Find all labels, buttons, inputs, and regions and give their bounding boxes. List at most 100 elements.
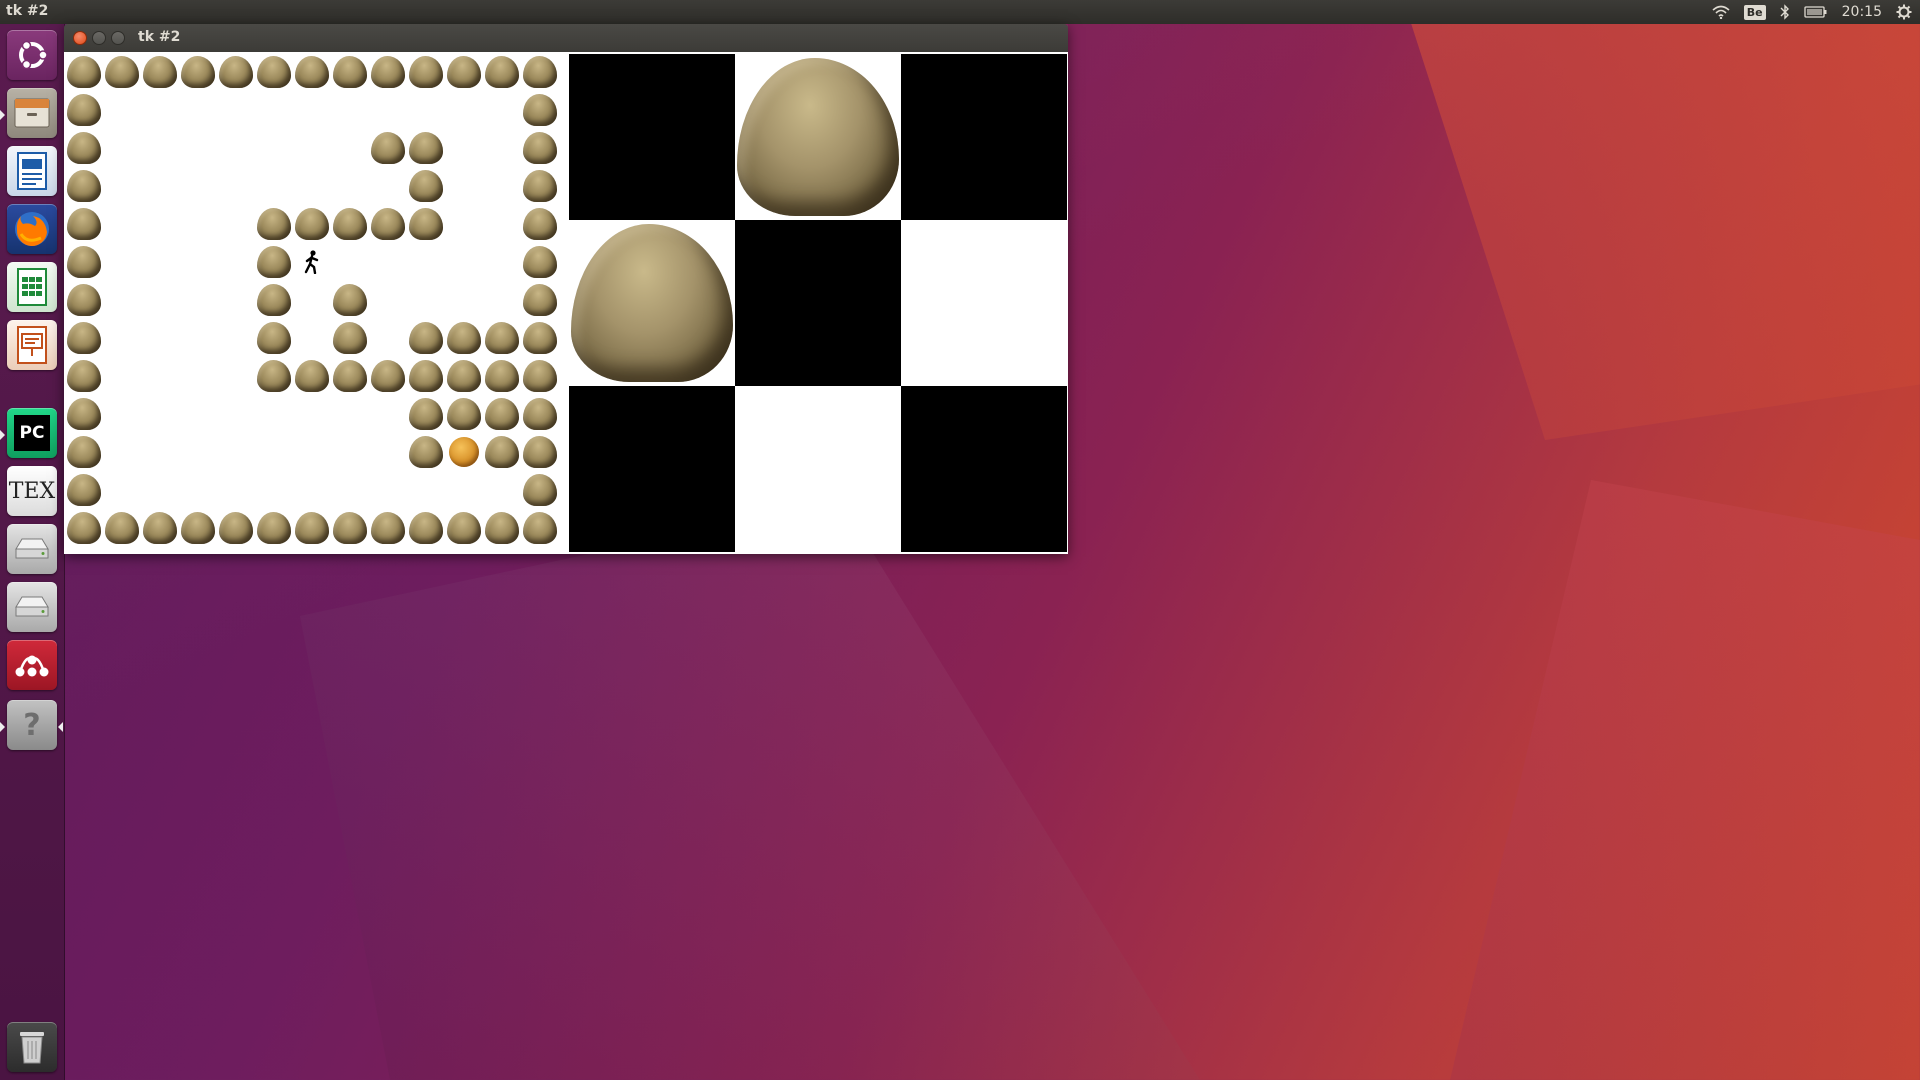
wall-cell: [65, 319, 103, 357]
maximize-icon[interactable]: [111, 31, 125, 45]
rock-icon: [257, 512, 291, 544]
calc-icon[interactable]: [7, 262, 57, 312]
wall-cell: [217, 53, 255, 91]
wall-cell: [255, 281, 293, 319]
keyboard-layout-label: Be: [1743, 4, 1766, 20]
wall-cell: [445, 509, 483, 547]
rock-icon: [447, 360, 481, 392]
wall-cell: [217, 509, 255, 547]
rock-icon: [333, 56, 367, 88]
bluetooth-icon[interactable]: [1780, 0, 1790, 24]
wall-cell: [65, 433, 103, 471]
rock-icon: [447, 56, 481, 88]
rock-icon: [219, 512, 253, 544]
rock-icon: [257, 360, 291, 392]
preview-cell-black: [735, 220, 901, 386]
keyboard-layout-indicator[interactable]: Be: [1743, 0, 1766, 24]
rock-icon: [523, 170, 557, 202]
wall-cell: [521, 395, 559, 433]
preview-cell-black: [901, 54, 1067, 220]
preview-cell-rock: [569, 220, 735, 386]
rock-icon: [333, 512, 367, 544]
impress-icon[interactable]: [7, 320, 57, 370]
rock-icon: [523, 284, 557, 316]
wall-cell: [293, 357, 331, 395]
wall-cell: [369, 129, 407, 167]
drive2-icon[interactable]: [7, 582, 57, 632]
wallpaper-facet: [300, 500, 1200, 1080]
minimize-icon[interactable]: [92, 31, 106, 45]
wall-cell: [65, 509, 103, 547]
wall-cell: [331, 319, 369, 357]
pycharm-icon[interactable]: PC: [7, 408, 57, 458]
rock-icon: [105, 56, 139, 88]
wall-cell: [407, 509, 445, 547]
tex-icon[interactable]: TEX: [7, 466, 57, 516]
rock-icon: [371, 512, 405, 544]
rock-icon: [257, 246, 291, 278]
firefox-icon[interactable]: [7, 204, 57, 254]
wall-cell: [255, 53, 293, 91]
rock-icon: [181, 56, 215, 88]
rock-icon: [409, 56, 443, 88]
close-icon[interactable]: [73, 31, 87, 45]
ubuntu-dash-icon[interactable]: [7, 30, 57, 80]
wall-cell: [103, 53, 141, 91]
running-indicator: [0, 430, 5, 440]
rock-icon: [257, 322, 291, 354]
rock-icon: [333, 208, 367, 240]
mendeley-icon[interactable]: [7, 640, 57, 690]
wall-cell: [255, 509, 293, 547]
wall-cell: [483, 53, 521, 91]
wall-cell: [331, 205, 369, 243]
game-board[interactable]: [64, 52, 568, 554]
rock-icon: [67, 94, 101, 126]
wall-cell: [65, 167, 103, 205]
wall-cell: [65, 471, 103, 509]
writer-icon[interactable]: [7, 146, 57, 196]
rock-icon: [295, 512, 329, 544]
rock-icon: [143, 56, 177, 88]
wall-cell: [407, 53, 445, 91]
wall-cell: [65, 357, 103, 395]
preview-cell-black: [569, 54, 735, 220]
window-titlebar[interactable]: tk #2: [64, 24, 1068, 52]
drive-icon[interactable]: [7, 524, 57, 574]
wall-cell: [65, 281, 103, 319]
wifi-icon[interactable]: [1712, 0, 1730, 24]
wall-cell: [407, 433, 445, 471]
wall-cell: [369, 509, 407, 547]
help-label: ?: [23, 707, 41, 743]
wall-cell: [407, 205, 445, 243]
wall-cell: [407, 395, 445, 433]
running-indicator: [0, 110, 5, 120]
rock-icon: [257, 284, 291, 316]
wall-cell: [521, 319, 559, 357]
rock-icon: [257, 208, 291, 240]
battery-icon[interactable]: [1803, 0, 1828, 24]
rock-icon: [523, 94, 557, 126]
wall-cell: [483, 319, 521, 357]
help-icon[interactable]: ?: [7, 700, 57, 750]
clock[interactable]: 20:15: [1842, 0, 1882, 24]
rock-icon: [523, 56, 557, 88]
system-tray: Be 20:15: [1712, 0, 1912, 24]
wall-cell: [407, 319, 445, 357]
wallpaper-facet: [1450, 480, 1920, 1080]
wall-cell: [521, 509, 559, 547]
rock-icon: [485, 398, 519, 430]
rock-icon: [737, 58, 899, 216]
rock-icon: [219, 56, 253, 88]
rock-icon: [67, 56, 101, 88]
wall-cell: [445, 395, 483, 433]
rock-icon: [67, 360, 101, 392]
wall-cell: [483, 357, 521, 395]
rock-icon: [523, 132, 557, 164]
rock-icon: [409, 208, 443, 240]
gear-icon[interactable]: [1896, 0, 1912, 24]
wall-cell: [483, 509, 521, 547]
trash-icon[interactable]: [7, 1022, 57, 1072]
wall-cell: [179, 509, 217, 547]
files-icon[interactable]: [7, 88, 57, 138]
wall-cell: [407, 357, 445, 395]
